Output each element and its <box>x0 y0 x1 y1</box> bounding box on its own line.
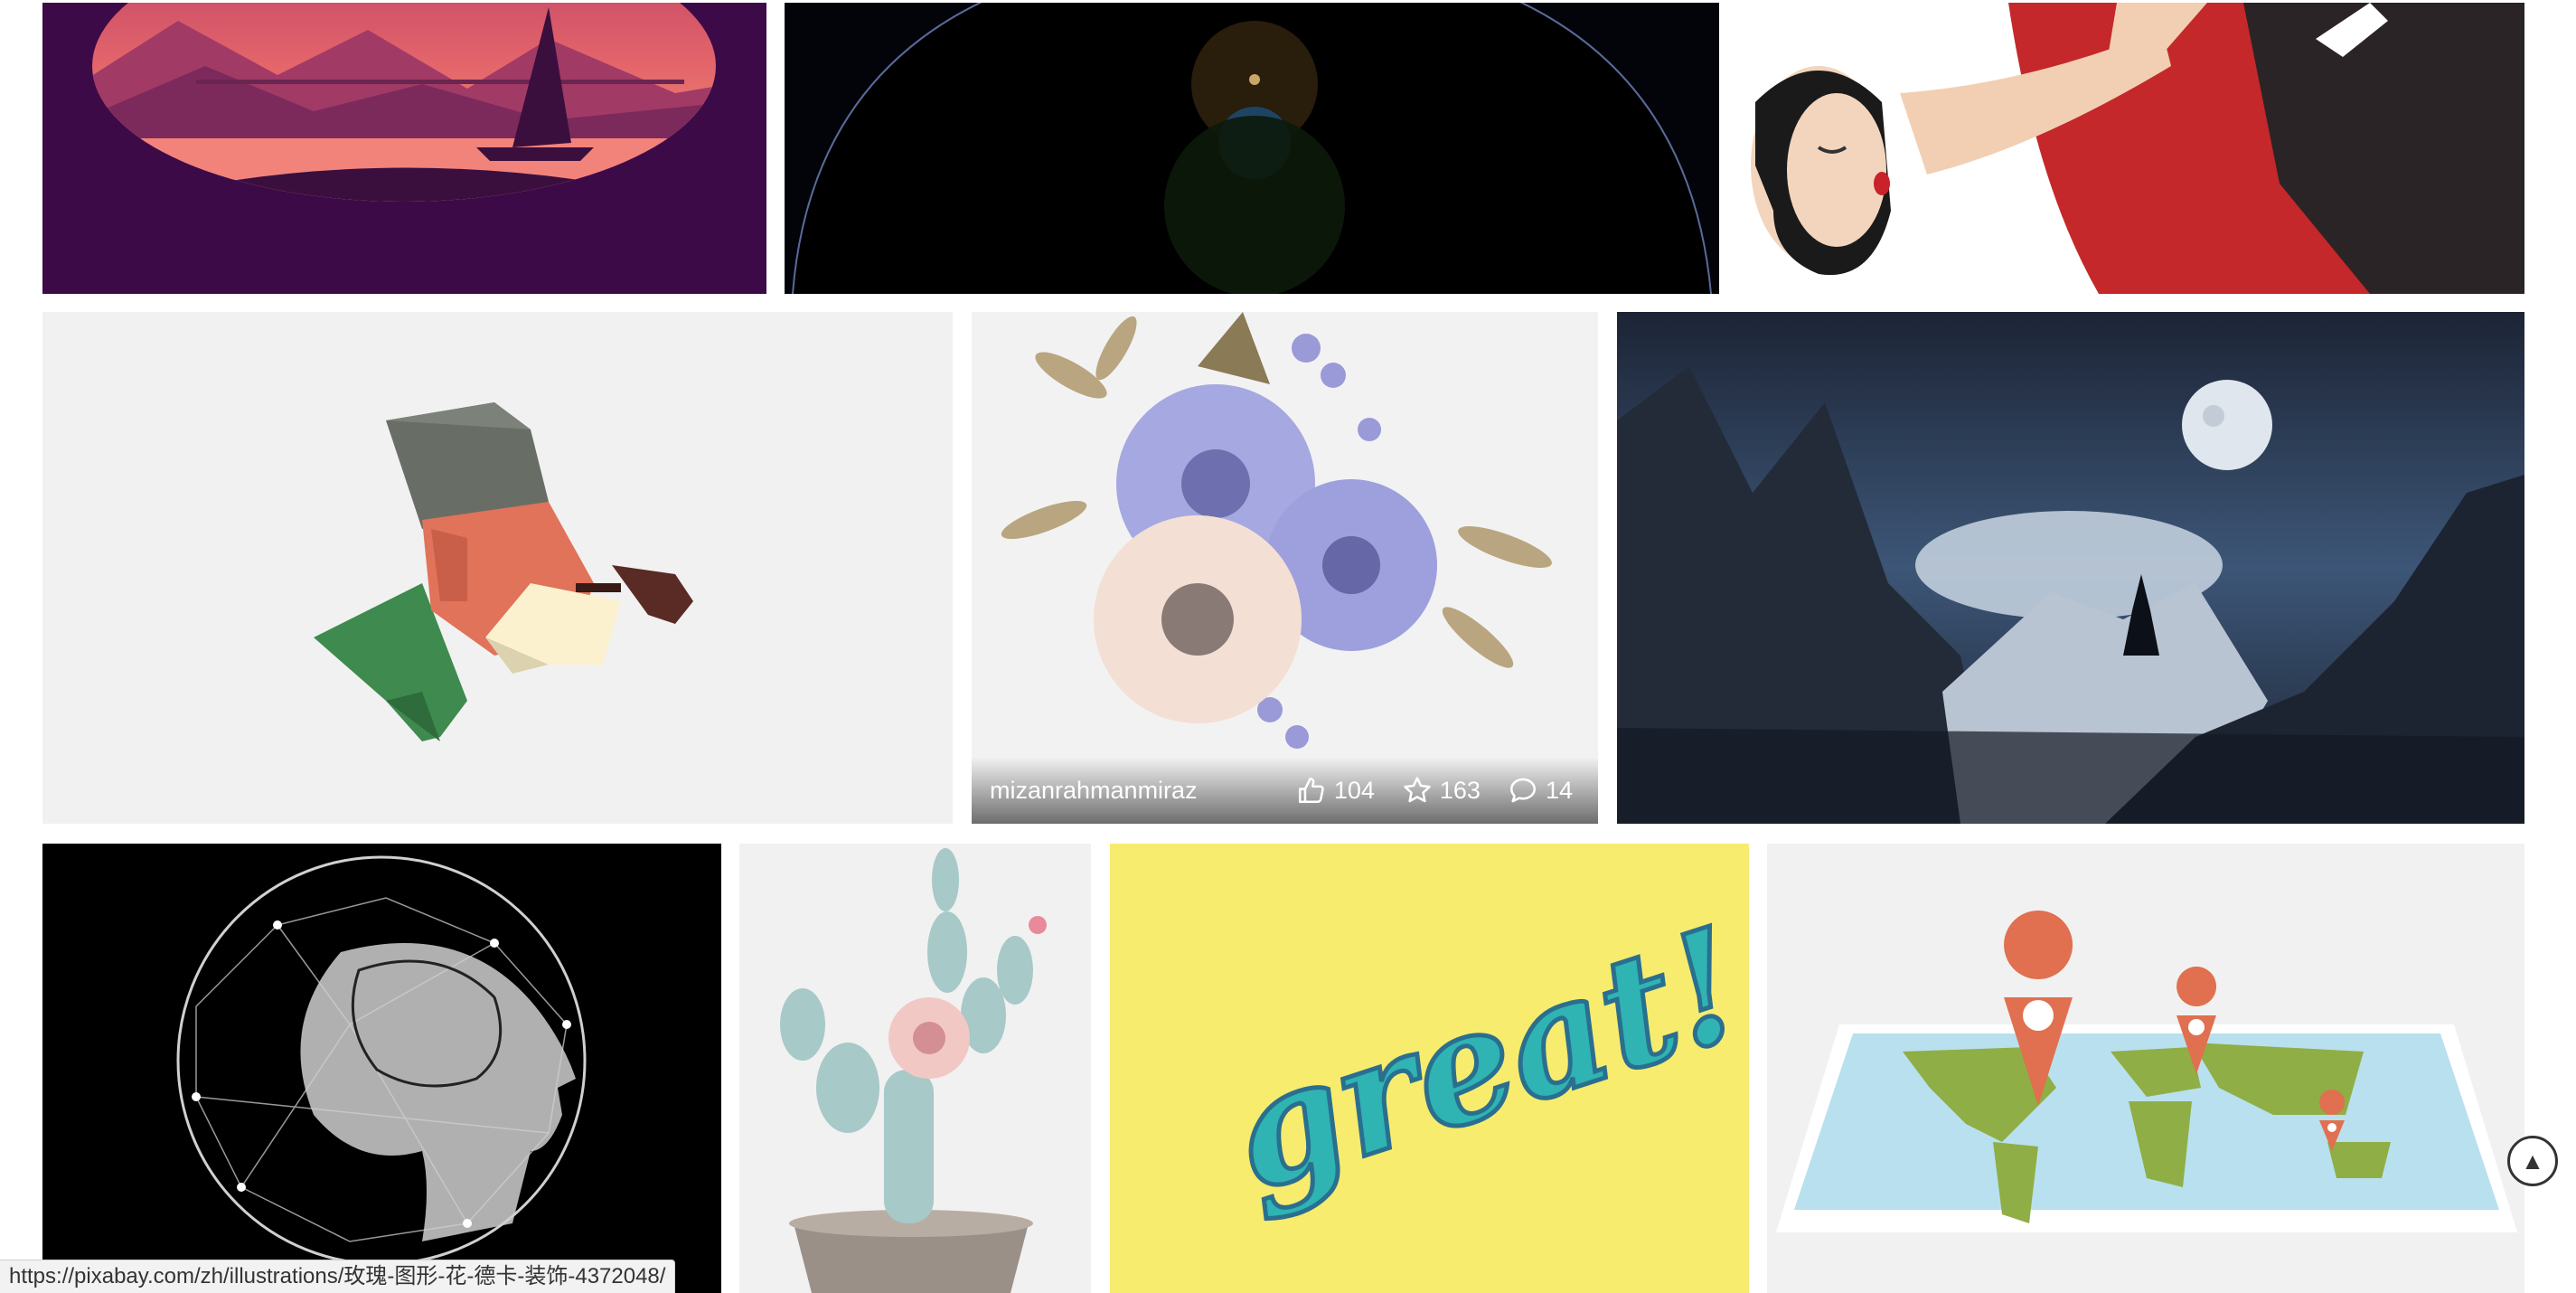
image-stats: 104 163 14 <box>1296 775 1573 806</box>
favorites-count: 163 <box>1439 776 1481 804</box>
image-tile-great-lettering[interactable]: great! <box>1110 844 1749 1293</box>
image-tile-cactus-flower[interactable] <box>739 844 1091 1293</box>
favorite-button[interactable]: 163 <box>1402 775 1481 806</box>
old-sailor-image <box>42 312 953 824</box>
image-tile-flower-bouquet[interactable]: mizanrahmanmiraz 104 163 14 <box>972 312 1598 824</box>
image-hover-overlay: mizanrahmanmiraz 104 163 14 <box>972 757 1598 824</box>
likes-count: 104 <box>1333 776 1375 804</box>
comments-count: 14 <box>1545 776 1573 804</box>
space-planet-image <box>785 3 1719 294</box>
flower-bouquet-image <box>972 312 1598 824</box>
great-lettering-image: great! <box>1110 844 1749 1293</box>
image-tile-woman-red-dress[interactable] <box>1737 3 2524 294</box>
thumbs-up-icon <box>1298 777 1324 804</box>
mountain-moon-image <box>1617 312 2524 824</box>
world-map-pins-image <box>1767 844 2524 1293</box>
image-tile-mountain-moon[interactable] <box>1617 312 2524 824</box>
arrow-up-icon: ▲ <box>2521 1147 2544 1175</box>
brain-network-image <box>42 844 721 1293</box>
comment-icon <box>1509 778 1536 803</box>
likes-button[interactable]: 104 <box>1296 775 1375 806</box>
image-tile-sunset-sailboat[interactable] <box>42 3 766 294</box>
author-name-link[interactable]: mizanrahmanmiraz <box>990 777 1198 805</box>
image-tile-world-map-pins[interactable] <box>1767 844 2524 1293</box>
comments-button[interactable]: 14 <box>1508 775 1573 806</box>
woman-red-dress-image <box>1737 3 2524 294</box>
star-icon <box>1404 777 1431 803</box>
image-tile-space-planet[interactable] <box>785 3 1719 294</box>
image-tile-old-sailor[interactable] <box>42 312 953 824</box>
cactus-flower-image <box>739 844 1091 1293</box>
scroll-to-top-button[interactable]: ▲ <box>2507 1136 2558 1186</box>
sunset-sailboat-image <box>42 3 766 294</box>
status-bar-url: https://pixabay.com/zh/illustrations/玫瑰-… <box>0 1260 676 1293</box>
image-tile-brain-network[interactable] <box>42 844 721 1293</box>
